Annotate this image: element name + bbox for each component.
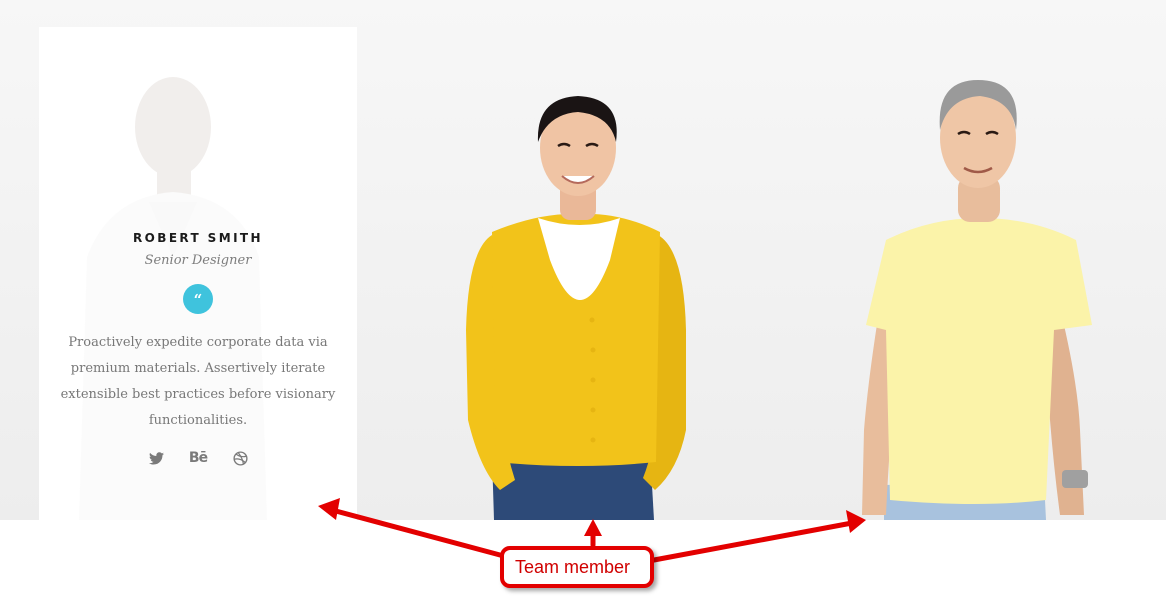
twitter-icon[interactable]: [146, 449, 166, 467]
annotation-callout: Team member: [500, 546, 654, 588]
member-bio: Proactively expedite corporate data via …: [60, 335, 336, 428]
team-member-card[interactable]: ROBERT SMITH Senior Designer “ Proactive…: [39, 27, 357, 520]
behance-icon[interactable]: Bē: [188, 449, 208, 467]
member-role: Senior Designer: [144, 253, 252, 268]
quote-icon: “: [183, 284, 213, 314]
dribbble-icon[interactable]: [230, 449, 250, 467]
team-section: ROBERT SMITH Senior Designer “ Proactive…: [0, 0, 1166, 520]
member-name: ROBERT SMITH: [133, 231, 263, 245]
team-member-photo-woman[interactable]: [440, 0, 720, 520]
social-links: Bē: [39, 448, 357, 468]
annotation-label: Team member: [515, 556, 631, 577]
team-member-photo-man[interactable]: [840, 0, 1120, 520]
